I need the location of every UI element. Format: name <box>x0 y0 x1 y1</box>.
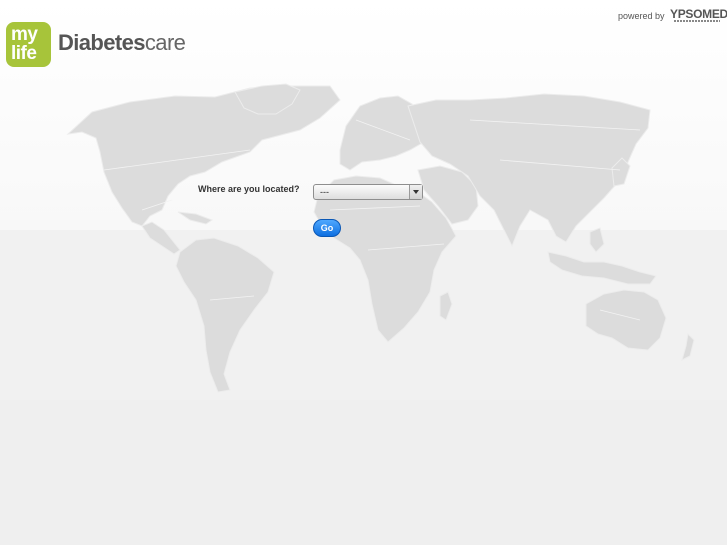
brand-bold-text: Diabetes <box>58 30 146 55</box>
country-select[interactable]: --- <box>313 184 423 200</box>
continent-philippines <box>589 227 605 253</box>
continent-central-america <box>141 221 181 255</box>
mylife-logo[interactable]: my life <box>6 22 51 67</box>
powered-by-label: powered by <box>618 11 665 21</box>
continent-indonesia <box>547 251 657 285</box>
ypsomed-logo[interactable]: YPSOMED <box>670 8 727 20</box>
continent-new-zealand <box>681 332 695 361</box>
location-question: Where are you located? <box>198 184 300 194</box>
continent-madagascar <box>439 291 453 321</box>
world-map <box>66 83 695 393</box>
ypsomed-tagline <box>674 20 720 22</box>
continent-south-america <box>175 237 275 393</box>
country-select-value: --- <box>320 187 329 197</box>
continent-australia <box>585 289 667 351</box>
continent-caribbean <box>177 211 214 225</box>
logo-text-life: life <box>11 43 37 64</box>
logo-text-my: my <box>11 24 38 45</box>
chevron-down-icon[interactable] <box>409 185 422 199</box>
brand-wordmark: Diabetescare <box>58 30 186 55</box>
go-button[interactable]: Go <box>313 219 341 237</box>
brand-light-text: care <box>144 30 186 55</box>
